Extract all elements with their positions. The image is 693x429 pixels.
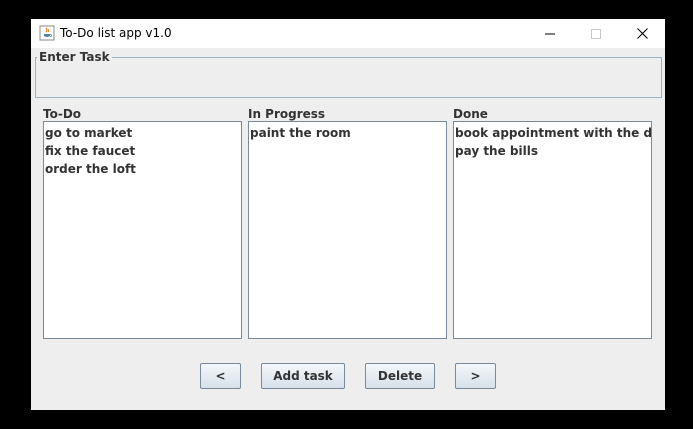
list-item[interactable]: order the loft (45, 160, 240, 178)
maximize-button[interactable] (573, 19, 619, 48)
move-right-button[interactable]: > (455, 363, 496, 389)
add-task-button[interactable]: Add task (261, 363, 345, 389)
done-list[interactable]: book appointment with the dentist pay th… (453, 121, 652, 339)
close-button[interactable] (619, 19, 665, 48)
list-item[interactable]: book appointment with the dentist (455, 124, 651, 142)
maximize-icon (591, 28, 601, 39)
close-icon (636, 28, 648, 39)
list-item[interactable]: fix the faucet (45, 142, 240, 160)
list-item[interactable]: go to market (45, 124, 240, 142)
delete-button[interactable]: Delete (365, 363, 435, 389)
done-label: Done (453, 107, 488, 121)
enter-task-label: Enter Task (37, 50, 112, 64)
enter-task-group (35, 57, 662, 98)
in-progress-list[interactable]: paint the room (248, 121, 447, 339)
todo-list[interactable]: go to market fix the faucet order the lo… (43, 121, 242, 339)
minimize-button[interactable] (527, 19, 573, 48)
app-window: To-Do list app v1.0 Enter Task To-Do In … (31, 19, 665, 410)
list-item[interactable]: paint the room (250, 124, 445, 142)
task-input[interactable] (44, 78, 656, 94)
content-pane: Enter Task To-Do In Progress Done go to … (31, 48, 665, 410)
window-title: To-Do list app v1.0 (60, 26, 172, 40)
minimize-icon (545, 33, 555, 34)
list-item[interactable]: pay the bills (455, 142, 650, 160)
java-coffee-icon (39, 25, 55, 41)
todo-label: To-Do (43, 107, 82, 121)
in-progress-label: In Progress (248, 107, 326, 121)
move-left-button[interactable]: < (200, 363, 241, 389)
title-bar[interactable]: To-Do list app v1.0 (31, 19, 665, 48)
